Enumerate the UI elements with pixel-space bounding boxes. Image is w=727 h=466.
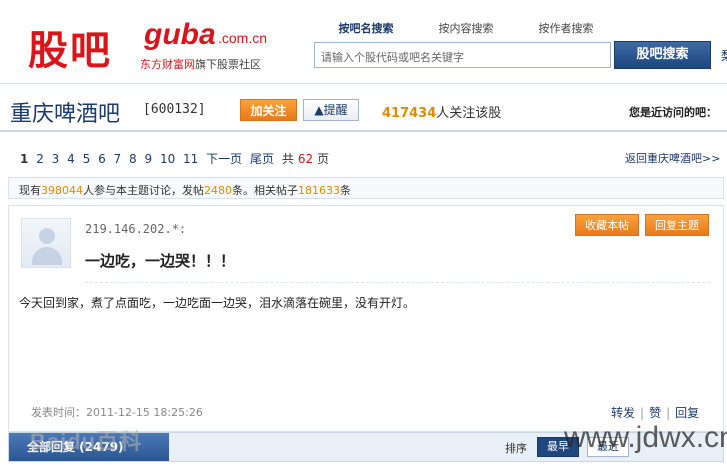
action-separator: | (640, 406, 645, 420)
reply-link[interactable]: 回复 (675, 406, 699, 420)
page-link[interactable]: 8 (129, 152, 137, 166)
logo-sub-brand[interactable]: 东方财富网 (140, 58, 195, 71)
last-page-link[interactable]: 尾页 (250, 152, 274, 166)
stats-text-4: 条 (340, 184, 351, 197)
topic-stats-bar: 现有398044人参与本主题讨论，发帖2480条。相关帖子181633条 (8, 177, 724, 199)
page-link[interactable]: 11 (183, 152, 198, 166)
favorite-post-button[interactable]: 收藏本帖 (575, 214, 639, 236)
header-truncated-link[interactable]: 梨 (721, 47, 727, 64)
page-current: 1 (20, 152, 29, 166)
stats-posts: 2480 (204, 184, 232, 197)
stats-related: 181633 (298, 184, 340, 197)
tab-search-by-content[interactable]: 按内容搜索 (416, 20, 516, 38)
follow-count: 417434人关注该股 (382, 102, 501, 121)
post-timestamp: 发表时间：2011-12-15 18:25:26 (31, 406, 203, 419)
tab-search-by-name[interactable]: 按吧名搜索 (316, 20, 416, 38)
forward-link[interactable]: 转发 (611, 406, 635, 420)
page-total: 共 62 页 (282, 152, 333, 166)
next-page-link[interactable]: 下一页 (206, 152, 242, 166)
tab-search-by-author[interactable]: 按作者搜索 (516, 20, 616, 38)
stock-code: [600132] (143, 102, 206, 117)
avatar[interactable] (21, 218, 71, 268)
like-link[interactable]: 赞 (649, 406, 661, 420)
page-link[interactable]: 9 (144, 152, 152, 166)
baidu-watermark: Baidu百科 (30, 429, 143, 454)
page-total-suffix: 页 (317, 152, 330, 166)
post-actions: 转发 | 赞 | 回复 (611, 404, 699, 421)
site-watermark: www.jdwx.cn (564, 421, 727, 454)
forum-name[interactable]: 重庆啤酒吧 (10, 96, 120, 128)
stats-participants: 398044 (41, 184, 83, 197)
action-separator: | (666, 406, 671, 420)
follow-count-suffix: 人关注该股 (436, 106, 502, 121)
topic-post: 219.146.202.*: 一边吃，一边哭！！！ 收藏本帖 回复主题 今天回到… (8, 205, 724, 432)
page-link[interactable]: 3 (52, 152, 60, 166)
logo-sub-text: 旗下股票社区 (195, 58, 261, 71)
pagination: 1 2 3 4 5 6 7 8 9 10 11 下一页 尾页 共 62 页 (20, 150, 337, 167)
page-total-number: 62 (297, 152, 314, 166)
poster-ip: 219.146.202.*: (85, 222, 187, 236)
search-input[interactable]: 请输入个股代码或吧名关键字 (314, 42, 611, 68)
page-link[interactable]: 7 (114, 152, 122, 166)
avatar-head-icon (39, 228, 55, 244)
stats-text-1: 现有 (19, 184, 41, 197)
reply-topic-button[interactable]: 回复主题 (645, 214, 709, 236)
logo-subtitle: 东方财富网旗下股票社区 (140, 56, 261, 72)
post-divider (85, 282, 710, 283)
post-body: 今天回到家，煮了点面吃，一边吃面一边哭，泪水滴落在碗里，没有开灯。 (19, 296, 416, 310)
post-title: 一边吃，一边哭！！！ (85, 252, 236, 270)
page-link[interactable]: 5 (83, 152, 91, 166)
bell-icon: ▲ (314, 103, 324, 117)
stats-text-3: 条。相关帖子 (232, 184, 298, 197)
page-link[interactable]: 4 (67, 152, 75, 166)
back-to-forum-link[interactable]: 返回重庆啤酒吧>> (625, 150, 720, 166)
page-link[interactable]: 6 (98, 152, 106, 166)
guba-logo-text[interactable]: guba (144, 18, 216, 52)
sort-label: 排序 (505, 442, 527, 455)
guba-logo[interactable]: 股吧 (28, 18, 112, 76)
stats-text-2: 人参与本主题讨论，发帖 (83, 184, 204, 197)
avatar-body-icon (32, 247, 62, 265)
search-button[interactable]: 股吧搜索 (614, 41, 711, 69)
site-header: 股吧 guba .com.cn 东方财富网旗下股票社区 按吧名搜索 按内容搜索 … (0, 0, 727, 84)
remind-label: 提醒 (323, 103, 348, 117)
page-link[interactable]: 2 (36, 152, 44, 166)
page-link[interactable]: 10 (160, 152, 175, 166)
search-tabs: 按吧名搜索 按内容搜索 按作者搜索 (316, 20, 616, 38)
recent-visit-label: 您是近访问的吧： (629, 106, 717, 119)
remind-button[interactable]: ▲提醒 (303, 99, 359, 121)
page-total-prefix: 共 (281, 152, 294, 166)
follow-count-number: 417434 (382, 106, 437, 121)
follow-button[interactable]: 加关注 (240, 99, 297, 121)
guba-logo-domain: .com.cn (218, 30, 268, 46)
